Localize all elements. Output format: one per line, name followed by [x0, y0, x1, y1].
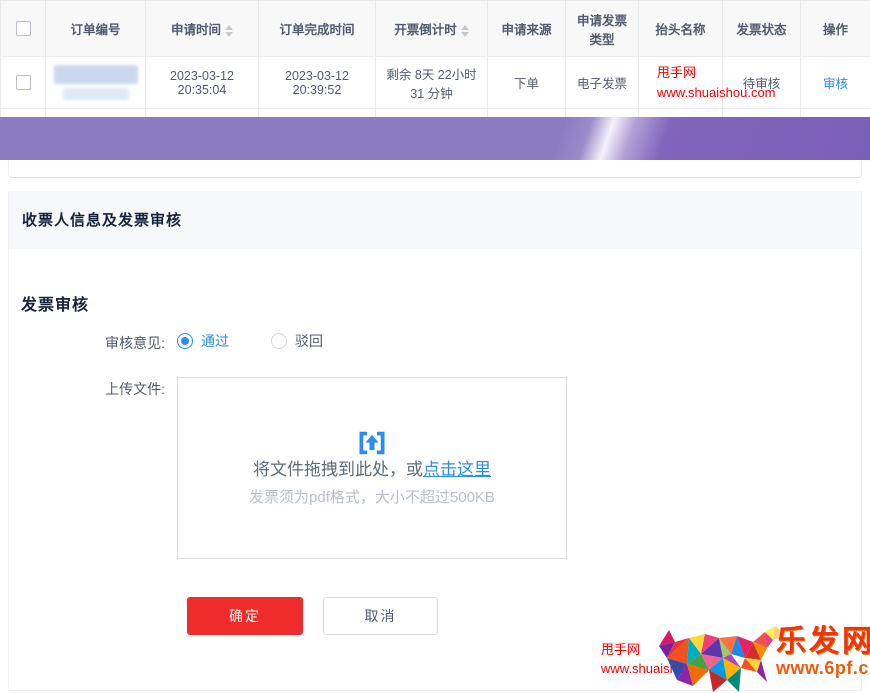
radio-reject[interactable]: 驳回 — [271, 331, 323, 351]
status-badge: 待审核 — [743, 77, 781, 91]
section-header: 收票人信息及发票审核 — [9, 191, 861, 249]
opinion-label: 审核意见: — [9, 331, 177, 355]
invoice-review-page: 订单编号 申请时间 订单完成时间 开票倒计时 申请来源 申请发票类型 抬头名称 … — [0, 0, 870, 693]
radio-unselected-icon[interactable] — [271, 333, 287, 349]
table-row: 2023-03-12 20:35:04 2023-03-12 20:39:52 … — [1, 57, 870, 109]
upload-label: 上传文件: — [9, 377, 177, 401]
upload-click-here-link[interactable]: 点击这里 — [423, 460, 491, 479]
lefa-url-text: www.6pf.cn — [776, 658, 870, 679]
review-link[interactable]: 审核 — [823, 77, 848, 91]
col-label: 操作 — [823, 23, 848, 37]
col-action: 操作 — [801, 1, 870, 57]
action-cell: 审核 — [801, 57, 870, 109]
cancel-button[interactable]: 取消 — [323, 597, 438, 635]
header-checkbox-cell — [1, 1, 46, 57]
form-heading: 发票审核 — [21, 291, 861, 315]
watermark-site-text: 甩手网 — [657, 63, 716, 83]
bull-logo — [653, 624, 791, 693]
col-apply-time[interactable]: 申请时间 — [146, 1, 259, 57]
upload-text: 将文件拖拽到此处，或 — [253, 460, 423, 479]
status-cell: 待审核 — [723, 57, 801, 109]
col-label: 抬头名称 — [655, 23, 705, 37]
orders-table: 订单编号 申请时间 订单完成时间 开票倒计时 申请来源 申请发票类型 抬头名称 … — [0, 0, 870, 117]
col-order-number: 订单编号 — [46, 1, 146, 57]
sort-icon[interactable] — [461, 25, 469, 37]
upload-icon — [357, 428, 387, 463]
complete-time-cell: 2023-03-12 20:39:52 — [259, 57, 376, 109]
watermark-url-text: www.shuaishou.com — [657, 83, 716, 103]
review-form: 发票审核 审核意见: 通过 驳回 上传文件: — [9, 249, 861, 635]
confirm-button[interactable]: 确定 — [187, 597, 303, 635]
section-title: 收票人信息及发票审核 — [22, 209, 182, 230]
upload-dropzone[interactable]: 将文件拖拽到此处，或点击这里 发票须为pdf格式，大小不超过500KB — [177, 377, 567, 559]
card-bottom-strip — [8, 160, 862, 178]
radio-reject-label: 驳回 — [295, 331, 323, 351]
col-title-name: 抬头名称 — [639, 1, 723, 57]
col-invoice-type: 申请发票类型 — [566, 1, 639, 57]
col-complete-time: 订单完成时间 — [259, 1, 376, 57]
opinion-row: 审核意见: 通过 驳回 — [9, 331, 861, 355]
order-number-redacted-2 — [63, 88, 129, 100]
countdown-cell: 剩余 8天 22小时 31 分钟 — [376, 57, 488, 109]
col-label: 申请时间 — [171, 23, 221, 37]
invoice-type-cell: 电子发票 — [566, 57, 639, 109]
table-row-partial — [1, 109, 870, 117]
upload-row: 上传文件: 将文件拖拽到此处，或点击这里 发票须为pdf格式，大小不超过500K… — [9, 377, 861, 559]
upload-hint: 发票须为pdf格式，大小不超过500KB — [249, 486, 495, 507]
lefa-logo: 乐发网 www.6pf.cn — [776, 625, 870, 679]
col-countdown[interactable]: 开票倒计时 — [376, 1, 488, 57]
col-label: 申请发票类型 — [577, 14, 627, 47]
source-cell: 下单 — [488, 57, 566, 109]
col-label: 开票倒计时 — [394, 23, 457, 37]
lefa-title-text: 乐发网 — [776, 625, 870, 658]
col-label: 订单编号 — [70, 23, 120, 37]
watermark-shuaishou: 甩手网 www.shuaishou.com — [645, 63, 716, 102]
radio-selected-icon[interactable] — [177, 333, 193, 349]
apply-time-cell: 2023-03-12 20:35:04 — [146, 57, 259, 109]
col-label: 订单完成时间 — [279, 23, 354, 37]
row-checkbox[interactable] — [16, 75, 31, 90]
col-label: 申请来源 — [501, 23, 551, 37]
col-invoice-status: 发票状态 — [723, 1, 801, 57]
order-number-redacted — [54, 65, 138, 84]
opinion-radio-group: 通过 驳回 — [177, 331, 323, 351]
order-number-cell — [46, 57, 146, 109]
select-all-checkbox[interactable] — [16, 21, 31, 36]
sort-icon[interactable] — [225, 25, 233, 37]
col-source: 申请来源 — [488, 1, 566, 57]
radio-pass[interactable]: 通过 — [177, 331, 229, 351]
col-label: 发票状态 — [736, 23, 786, 37]
row-checkbox-cell — [1, 57, 46, 109]
review-card: 收票人信息及发票审核 发票审核 审核意见: 通过 驳回 上传文件: — [8, 191, 862, 691]
title-name-cell: 甩手网 www.shuaishou.com — [639, 57, 723, 109]
purple-banner — [0, 117, 870, 160]
table-header-row: 订单编号 申请时间 订单完成时间 开票倒计时 申请来源 申请发票类型 抬头名称 … — [1, 1, 870, 57]
radio-pass-label: 通过 — [201, 331, 229, 351]
